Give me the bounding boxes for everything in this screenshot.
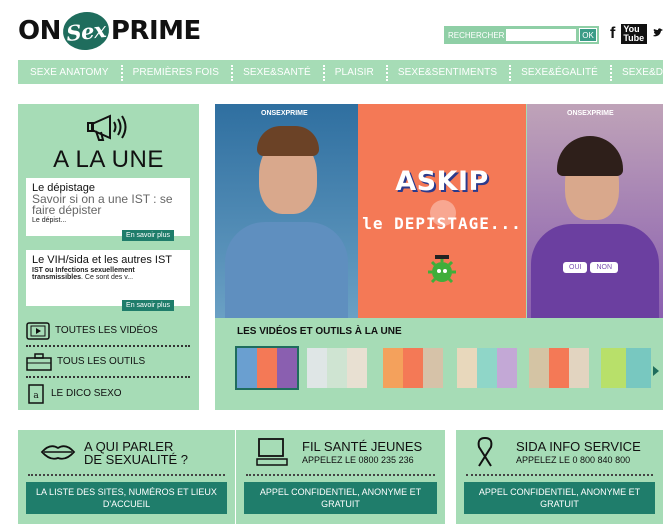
link-label: TOUS LES OUTILS xyxy=(57,356,146,367)
depistage-title: le DEPISTAGE... xyxy=(362,214,522,233)
une-card-depistage[interactable]: Le dépistage Savoir si on a une IST : se… xyxy=(26,178,190,241)
site-logo[interactable]: ON Sex PRIME xyxy=(18,9,201,53)
card-heading: Le VIH/sida et les autres IST xyxy=(32,254,173,266)
read-more-button[interactable]: En savoir plus xyxy=(122,300,174,311)
youtube-icon[interactable]: You Tube xyxy=(621,24,647,44)
panel-phone[interactable]: APPELEZ LE 0 800 840 800 xyxy=(516,455,630,465)
link-label: LE DICO SEXO xyxy=(51,388,122,399)
main-nav: SEXE ANATOMY PREMIÈRES FOIS SEXE&SANTÉ P… xyxy=(18,60,663,84)
nav-item-sexe-sentiments[interactable]: SEXE&SENTIMENTS xyxy=(385,64,509,81)
person-hair xyxy=(557,136,623,176)
facebook-icon[interactable]: f xyxy=(610,25,615,43)
confidential-call-button[interactable]: APPEL CONFIDENTIEL, ANONYME ET GRATUIT xyxy=(464,482,655,514)
panel-fil-sante-jeunes: FIL SANTÉ JEUNES APPELEZ LE 0800 235 236… xyxy=(236,430,445,524)
divider xyxy=(466,474,653,476)
thumbnail[interactable] xyxy=(235,346,299,390)
a-la-une-panel: A LA UNE Le dépistage Savoir si on a une… xyxy=(18,104,199,410)
oui-non-buttons: OUI NON xyxy=(563,262,619,273)
divider xyxy=(246,474,435,476)
link-all-tools[interactable]: TOUS LES OUTILS xyxy=(26,347,190,378)
non-button[interactable]: NON xyxy=(590,262,619,273)
panel-phone[interactable]: APPELEZ LE 0800 235 236 xyxy=(302,455,414,465)
confidential-call-button[interactable]: APPEL CONFIDENTIEL, ANONYME ET GRATUIT xyxy=(244,482,437,514)
video-frame-right[interactable]: ONSEXPRIME OUI NON xyxy=(527,104,663,318)
panel-a-qui-parler: A QUI PARLER DE SEXUALITÉ ? LA LISTE DES… xyxy=(18,430,235,524)
sites-list-button[interactable]: LA LISTE DES SITES, NUMÉROS ET LIEUX D'A… xyxy=(26,482,227,514)
panel-sida-info-service: SIDA INFO SERVICE APPELEZ LE 0 800 840 8… xyxy=(456,430,663,524)
person-hair xyxy=(257,126,319,156)
thumbnail[interactable] xyxy=(457,348,517,388)
thumbnail[interactable] xyxy=(601,348,651,388)
social-links: f You Tube xyxy=(610,24,663,44)
link-all-videos[interactable]: TOUTES LES VIDÉOS xyxy=(26,316,190,347)
mini-logo: ONSEXPRIME xyxy=(261,110,308,117)
card-excerpt: Le dépist... xyxy=(32,217,67,224)
twitter-icon[interactable] xyxy=(653,25,663,43)
link-label: TOUTES LES VIDÉOS xyxy=(55,325,158,336)
search-label: RECHERCHER xyxy=(448,30,505,40)
card-excerpt-rest: . Ce sont des v... xyxy=(81,274,134,281)
oui-button[interactable]: OUI xyxy=(563,262,588,273)
video-section: ONSEXPRIME ASKIP le DEPISTAGE... ONSEXPR… xyxy=(215,104,663,410)
dictionary-icon: a xyxy=(28,383,44,404)
virus-icon xyxy=(428,255,456,284)
nav-item-premieres-fois[interactable]: PREMIÈRES FOIS xyxy=(120,64,231,81)
nav-item-sexe-sante[interactable]: SEXE&SANTÉ xyxy=(231,64,323,81)
search-button[interactable]: OK xyxy=(579,28,597,42)
video-frame-left[interactable]: ONSEXPRIME xyxy=(215,104,358,318)
read-more-button[interactable]: En savoir plus xyxy=(122,230,174,241)
videos-section-title: LES VIDÉOS ET OUTILS À LA UNE xyxy=(237,326,402,337)
une-links: TOUTES LES VIDÉOS TOUS LES OUTILS a LE D… xyxy=(26,316,190,409)
ribbon-icon xyxy=(477,437,493,467)
video-thumbnails xyxy=(235,346,657,390)
chevron-right-icon[interactable] xyxy=(653,366,659,376)
askip-title: ASKIP xyxy=(395,166,489,197)
site-header: ON Sex PRIME RECHERCHER OK f You Tube xyxy=(0,0,663,60)
card-excerpt: IST ou Infections sexuellement transmiss… xyxy=(26,266,190,282)
logo-mid: Sex xyxy=(61,9,111,53)
thumbnail[interactable] xyxy=(383,348,443,388)
search-input[interactable] xyxy=(506,29,576,41)
nav-item-sexe-anatomy[interactable]: SEXE ANATOMY xyxy=(18,67,121,78)
panel-title: A QUI PARLER DE SEXUALITÉ ? xyxy=(84,439,189,467)
computer-icon xyxy=(256,438,288,466)
logo-left: ON xyxy=(18,16,61,46)
svg-text:a: a xyxy=(33,391,39,401)
megaphone-icon xyxy=(87,114,127,141)
a-la-une-title: A LA UNE xyxy=(53,146,164,173)
video-icon xyxy=(26,321,50,340)
panel-title: SIDA INFO SERVICE xyxy=(516,439,641,454)
card-subtitle: Savoir si on a une IST : se faire dépist… xyxy=(32,192,173,217)
link-dico-sexo[interactable]: a LE DICO SEXO xyxy=(26,378,190,409)
lips-icon xyxy=(40,445,76,460)
person-shirt xyxy=(225,222,348,318)
nav-item-plaisir[interactable]: PLAISIR xyxy=(322,64,386,81)
toolbox-icon xyxy=(26,352,52,371)
une-card-vih[interactable]: Le VIH/sida et les autres IST IST ou Inf… xyxy=(26,250,190,311)
nav-item-sexe-egalite[interactable]: SEXE&ÉGALITÉ xyxy=(509,64,610,81)
nav-item-sexe-droits[interactable]: SEXE&DROITS xyxy=(609,64,663,81)
logo-right: PRIME xyxy=(110,16,201,46)
panel-title: FIL SANTÉ JEUNES xyxy=(302,439,423,454)
thumbnail[interactable] xyxy=(307,348,367,388)
mini-logo: ONSEXPRIME xyxy=(567,110,614,117)
video-frame-center[interactable]: ASKIP le DEPISTAGE... xyxy=(358,104,526,318)
search-bar: RECHERCHER OK xyxy=(444,26,599,44)
divider xyxy=(28,474,225,476)
thumbnail[interactable] xyxy=(529,348,589,388)
